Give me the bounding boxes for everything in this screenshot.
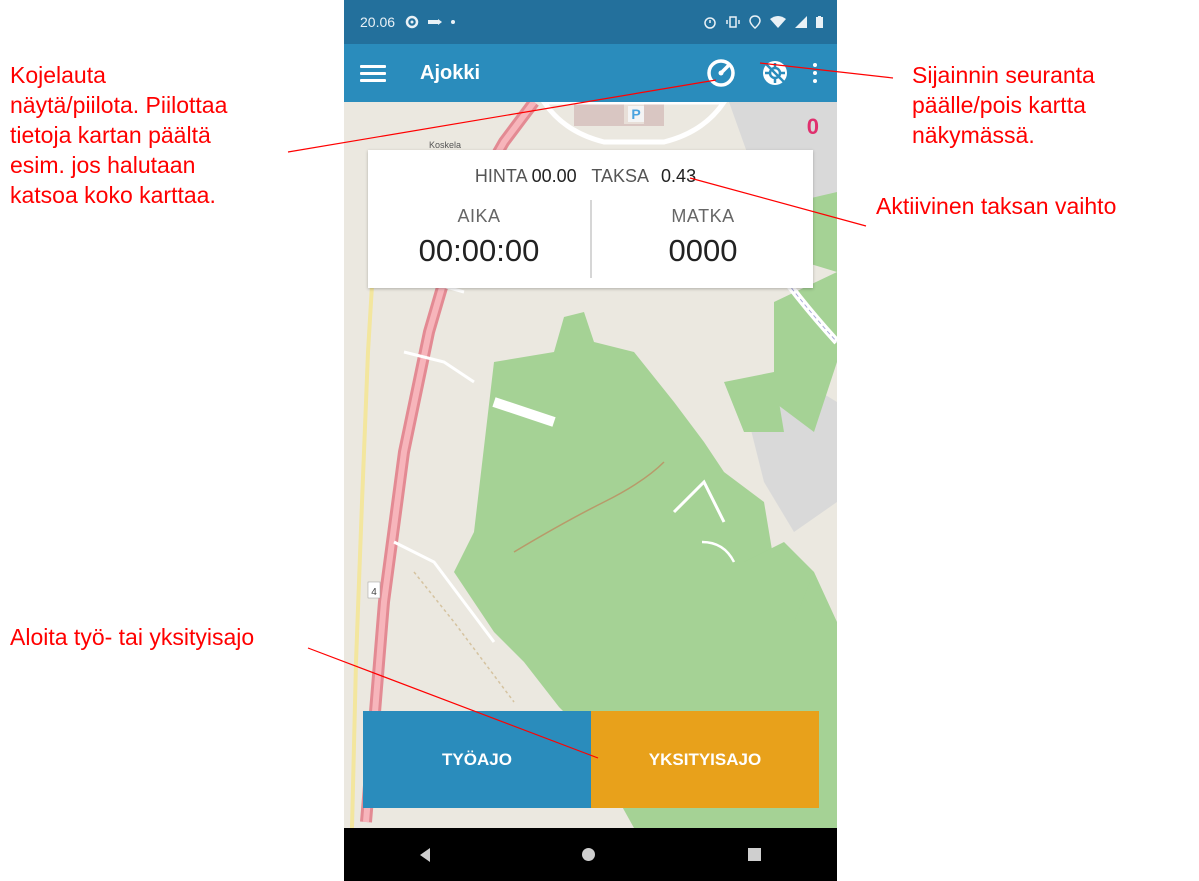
map-label-parking: P	[631, 106, 640, 122]
alarm-icon	[704, 17, 716, 29]
recents-icon[interactable]	[747, 848, 761, 861]
speedometer-icon	[707, 59, 735, 87]
time-value: 00:00:00	[418, 233, 540, 268]
annotation-location-tracking: Sijainnin seuranta päälle/pois kartta nä…	[912, 62, 1095, 148]
signal-icon	[795, 16, 807, 28]
home-icon[interactable]	[582, 848, 596, 861]
dot-notification-icon	[451, 20, 456, 24]
menu-icon[interactable]	[360, 60, 386, 86]
status-system-icons	[703, 15, 823, 29]
map-label-road-number: 4	[371, 587, 377, 598]
map-view[interactable]: P 4 Koskela 0 HINTA 00.00 TAKSA 0.43 AIK…	[344, 102, 837, 828]
map-building	[574, 102, 664, 126]
status-bar: 20.06	[344, 0, 837, 44]
annotation-start-trip: Aloita työ- tai yksityisajo	[10, 624, 255, 650]
app-title: Ajokki	[420, 61, 481, 84]
distance-value: 0000	[668, 233, 738, 268]
time-label: AIKA	[457, 206, 501, 226]
status-notification-icons	[405, 15, 456, 29]
location-tracking-button[interactable]	[755, 53, 795, 93]
rate-label[interactable]: TAKSA	[591, 166, 648, 186]
more-vert-icon[interactable]	[801, 53, 829, 93]
rate-row: HINTA 00.00 TAKSA 0.43	[368, 166, 813, 187]
location-pin-icon	[749, 15, 761, 29]
time-column: AIKA 00:00:00	[368, 206, 590, 269]
dashboard-panel: HINTA 00.00 TAKSA 0.43 AIKA 00:00:00 MAT…	[368, 150, 813, 288]
vibrate-icon	[726, 16, 740, 28]
wifi-icon	[770, 16, 786, 28]
settings-notification-icon	[405, 15, 419, 29]
distance-label: MATKA	[671, 206, 735, 226]
price-value: 00.00	[531, 166, 577, 186]
work-trip-button[interactable]: TYÖAJO	[363, 711, 591, 808]
navigation-bar	[344, 828, 837, 881]
rate-value[interactable]: 0.43	[661, 166, 696, 186]
dashboard-toggle-button[interactable]	[701, 53, 741, 93]
back-icon[interactable]	[420, 847, 431, 862]
phone-screen: 20.06 Ajokki P 4 Koskela 0 HINTA 00.00 T…	[344, 0, 837, 881]
battery-icon	[816, 16, 823, 28]
map-label-place: Koskela	[429, 140, 461, 150]
cast-notification-icon	[428, 19, 443, 25]
private-trip-button[interactable]: YKSITYISAJO	[591, 711, 819, 808]
app-bar-actions	[701, 53, 837, 93]
annotation-active-rate: Aktiivinen taksan vaihto	[876, 193, 1117, 219]
map-counter: 0	[806, 114, 819, 139]
app-bar: Ajokki	[344, 44, 837, 102]
distance-column: MATKA 0000	[592, 206, 814, 269]
price-label: HINTA	[474, 166, 527, 186]
annotation-dashboard-toggle: Kojelauta näytä/piilota. Piilottaa tieto…	[10, 62, 228, 208]
status-time: 20.06	[360, 14, 396, 30]
location-tracking-icon	[763, 61, 787, 85]
